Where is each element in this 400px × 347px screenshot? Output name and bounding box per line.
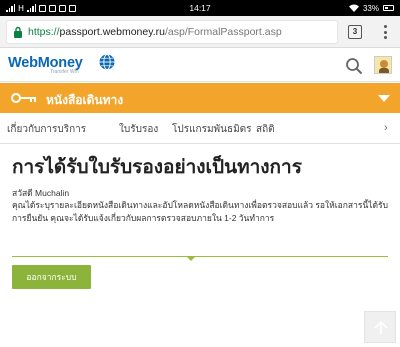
battery-icon [383, 5, 394, 11]
browser-toolbar: https://passport.webmoney.ru/asp/FormalP… [0, 16, 400, 48]
tab-about-services[interactable]: เกี่ยวกับการบริการ [7, 122, 86, 137]
divider [12, 256, 388, 257]
webmoney-logo[interactable]: WebMoney Transfer Wm [8, 54, 115, 75]
greeting-text: สวัสดี Muchalin [12, 188, 70, 198]
section-title: หนังสือเดินทาง [46, 93, 124, 107]
url-scheme: https:// [28, 26, 60, 38]
status-bar: H 14:17 33% [0, 0, 400, 16]
user-avatar[interactable] [374, 56, 392, 74]
tab-switcher-button[interactable]: 3 [348, 25, 362, 39]
lock-icon [14, 26, 22, 38]
browser-menu-icon[interactable] [380, 25, 390, 39]
nav-tabs: เกี่ยวกับการบริการ ใบรับรอง โปรแกรมพันธม… [0, 113, 400, 144]
section-header-passport[interactable]: หนังสือเดินทาง [0, 83, 400, 113]
tab-statistics[interactable]: สถิติ [256, 122, 275, 137]
wifi-icon [348, 4, 359, 12]
chevron-down-icon[interactable] [378, 95, 390, 102]
chevron-right-icon[interactable]: › [384, 122, 388, 134]
arrow-up-icon [374, 321, 388, 334]
logo-subtext: Transfer Wm [50, 69, 79, 75]
status-icons-right: 33% [348, 0, 394, 16]
scroll-to-top-button[interactable] [364, 311, 396, 343]
address-bar[interactable]: https://passport.webmoney.ru/asp/FormalP… [7, 21, 337, 43]
tab-certificates[interactable]: ใบรับรอง [119, 122, 158, 137]
status-message: คุณได้ระบุรายละเอียดหนังสือเดินทางและอัป… [12, 200, 389, 223]
page-title: การได้รับใบรับรองอย่างเป็นทางการ [12, 157, 302, 178]
url-path: /asp/FormalPassport.asp [164, 26, 282, 38]
key-icon [11, 93, 36, 103]
logout-button[interactable]: ออกจากระบบ [12, 265, 91, 289]
search-icon[interactable] [345, 57, 363, 75]
divider-notch [186, 256, 196, 261]
battery-percent: 33% [362, 3, 379, 13]
url-host: passport.webmoney.ru [59, 26, 165, 38]
globe-icon [99, 54, 115, 70]
avatar-image [375, 57, 391, 73]
site-header: WebMoney Transfer Wm [0, 48, 400, 82]
clock: 14:17 [189, 3, 211, 13]
tab-partner-program[interactable]: โปรแกรมพันธมิตร [172, 122, 252, 137]
